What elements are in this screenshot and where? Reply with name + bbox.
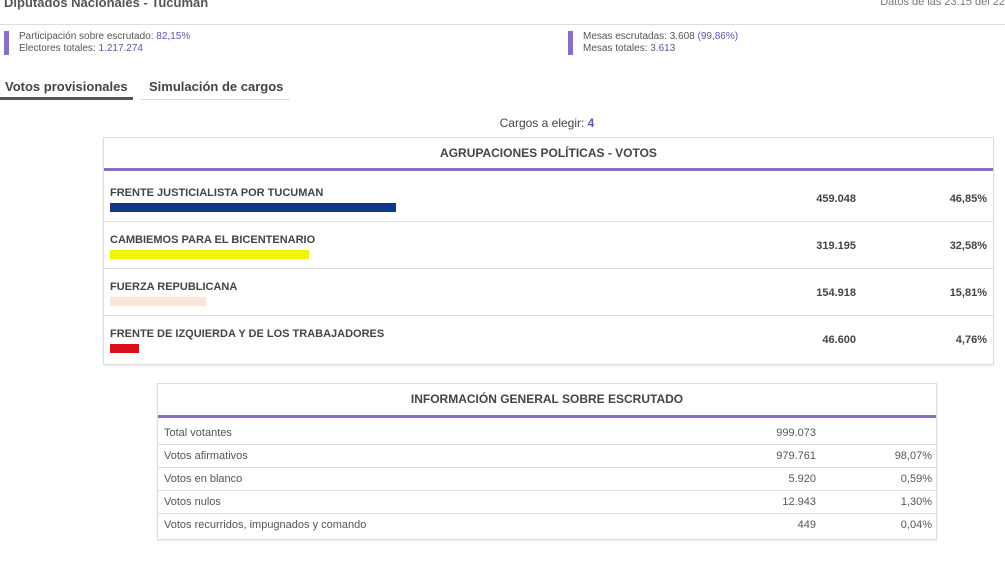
info-value: 5.920 — [788, 473, 816, 485]
info-percent: 0,59% — [900, 473, 932, 485]
tables-counted-value: (99,86%) — [697, 31, 739, 42]
participation-label: Participación sobre escrutado: — [19, 31, 157, 42]
info-percent: 1,30% — [900, 496, 932, 508]
party-row: FUERZA REPUBLICANA 154.918 15,81% — [104, 268, 993, 315]
tab-votos-provisionales[interactable]: Votos provisionales — [0, 76, 133, 100]
party-votes: 319.195 — [816, 240, 856, 252]
electors-value: 1.217.274 — [98, 43, 143, 54]
party-votes: 459.048 — [816, 193, 856, 205]
info-value: 12.943 — [782, 496, 816, 508]
electors-line: Electores totales: 1.217.274 — [19, 43, 190, 55]
header-bar: Diputados Nacionales - Tucumán Datos de … — [0, 0, 1005, 25]
info-percent: 0,04% — [900, 519, 932, 531]
party-percent: 4,76% — [955, 334, 987, 346]
party-share-bar — [110, 344, 139, 353]
party-votes-title: AGRUPACIONES POLÍTICAS - VOTOS — [104, 138, 993, 171]
general-info-list: Total votantes 999.073 Votos afirmativos… — [158, 418, 936, 536]
participation-stats: Participación sobre escrutado: 82,15% El… — [4, 31, 190, 55]
info-percent: 98,07% — [894, 450, 932, 462]
party-votes-panel: AGRUPACIONES POLÍTICAS - VOTOS FRENTE JU… — [103, 137, 994, 365]
info-row: Votos nulos 12.943 1,30% — [158, 490, 936, 513]
tables-counted-label: Mesas escrutadas: 3.608 — [583, 31, 698, 42]
info-label: Votos en blanco — [164, 473, 243, 485]
info-label: Votos nulos — [164, 496, 221, 508]
party-name: FRENTE DE IZQUIERDA Y DE LOS TRABAJADORE… — [110, 328, 385, 340]
participation-value: 82,15% — [156, 31, 191, 42]
info-row: Votos en blanco 5.920 0,59% — [158, 467, 936, 490]
info-value: 999.073 — [776, 427, 816, 439]
participation-line: Participación sobre escrutado: 82,15% — [19, 31, 190, 43]
info-value: 979.761 — [776, 450, 816, 462]
party-share-bar — [110, 297, 206, 306]
seats-label: Cargos a elegir: — [499, 116, 588, 130]
party-votes-list: FRENTE JUSTICIALISTA POR TUCUMAN 459.048… — [104, 171, 993, 362]
general-info-title: INFORMACIÓN GENERAL SOBRE ESCRUTADO — [158, 384, 936, 418]
electors-label: Electores totales: — [19, 43, 99, 54]
party-name: CAMBIEMOS PARA EL BICENTENARIO — [110, 234, 316, 246]
info-label: Total votantes — [164, 427, 232, 439]
info-label: Votos recurridos, impugnados y comando — [164, 519, 367, 531]
page-title: Diputados Nacionales - Tucumán — [4, 0, 209, 10]
info-value: 449 — [797, 519, 816, 531]
tables-total-label: Mesas totales: — [583, 43, 651, 54]
info-row: Total votantes 999.073 — [158, 422, 936, 444]
party-percent: 15,81% — [949, 287, 987, 299]
party-votes: 46.600 — [822, 334, 856, 346]
party-row: CAMBIEMOS PARA EL BICENTENARIO 319.195 3… — [104, 221, 993, 268]
party-row: FRENTE DE IZQUIERDA Y DE LOS TRABAJADORE… — [104, 315, 993, 362]
seats-value: 4 — [587, 116, 595, 130]
party-share-bar — [110, 250, 309, 259]
tables-stats: Mesas escrutadas: 3.608 (99,86%) Mesas t… — [568, 31, 738, 55]
info-label: Votos afirmativos — [164, 450, 248, 462]
data-timestamp: Datos de las 23:15 del 22 — [880, 0, 1005, 8]
info-row: Votos recurridos, impugnados y comando 4… — [158, 513, 936, 536]
party-share-bar — [110, 203, 396, 212]
general-info-panel: INFORMACIÓN GENERAL SOBRE ESCRUTADO Tota… — [157, 383, 937, 540]
party-name: FRENTE JUSTICIALISTA POR TUCUMAN — [110, 187, 324, 199]
party-row: FRENTE JUSTICIALISTA POR TUCUMAN 459.048… — [104, 175, 993, 221]
seats-to-elect: Cargos a elegir: 4 — [0, 116, 1005, 130]
party-name: FUERZA REPUBLICANA — [110, 281, 238, 293]
info-row: Votos afirmativos 979.761 98,07% — [158, 444, 936, 467]
tables-total-value: 3.613 — [650, 43, 676, 54]
tab-simulacion-cargos[interactable]: Simulación de cargos — [140, 76, 290, 100]
tables-total-line: Mesas totales: 3.613 — [583, 43, 738, 55]
party-percent: 32,58% — [949, 240, 987, 252]
party-percent: 46,85% — [949, 193, 987, 205]
tables-counted-line: Mesas escrutadas: 3.608 (99,86%) — [583, 31, 738, 43]
party-votes: 154.918 — [816, 287, 856, 299]
